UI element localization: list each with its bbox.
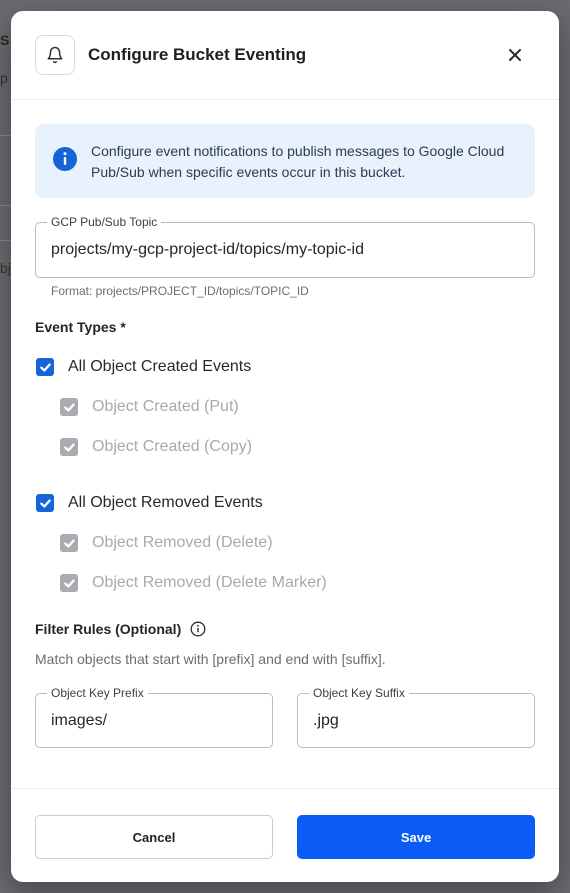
background-text: S	[0, 32, 10, 48]
dialog-title: Configure Bucket Eventing	[88, 45, 307, 64]
background-text: bj	[0, 260, 11, 276]
configure-eventing-dialog: Configure Bucket Eventing Configure even…	[11, 11, 559, 882]
info-banner: Configure event notifications to publish…	[35, 124, 535, 198]
suffix-input[interactable]	[313, 694, 522, 747]
prefix-input[interactable]	[51, 694, 260, 747]
filter-rules-title: Filter Rules (Optional)	[35, 621, 182, 637]
checkbox-all-object-created[interactable]: All Object Created Events	[36, 358, 251, 376]
checkbox-object-removed-delete-marker[interactable]: Object Removed (Delete Marker)	[60, 574, 327, 592]
dialog-header: Configure Bucket Eventing	[11, 11, 559, 100]
checkbox-label: Object Removed (Delete Marker)	[92, 574, 327, 591]
cancel-button[interactable]: Cancel	[35, 815, 273, 859]
background-divider	[0, 135, 11, 136]
event-types-title: Event Types *	[35, 319, 126, 335]
dialog-footer: Cancel Save	[11, 788, 559, 882]
checkbox-checked-icon	[60, 438, 78, 456]
background-text: p	[0, 70, 8, 86]
topic-helper-text: Format: projects/PROJECT_ID/topics/TOPIC…	[51, 284, 309, 298]
checkbox-label: Object Removed (Delete)	[92, 534, 273, 551]
checkbox-label: Object Created (Put)	[92, 398, 239, 415]
suffix-field: Object Key Suffix	[297, 686, 535, 748]
checkbox-checked-icon	[60, 534, 78, 552]
checkbox-object-created-copy[interactable]: Object Created (Copy)	[60, 438, 252, 456]
info-circle-icon[interactable]	[190, 621, 206, 637]
checkbox-checked-icon	[36, 358, 54, 376]
prefix-field: Object Key Prefix	[35, 686, 273, 748]
checkbox-label: All Object Removed Events	[68, 494, 263, 511]
topic-field: GCP Pub/Sub Topic	[35, 215, 535, 278]
filter-rules-header: Filter Rules (Optional)	[35, 621, 206, 637]
checkbox-checked-icon	[60, 574, 78, 592]
save-button[interactable]: Save	[297, 815, 535, 859]
checkbox-checked-icon	[60, 398, 78, 416]
background-divider	[0, 240, 11, 241]
filter-description: Match objects that start with [prefix] a…	[35, 651, 386, 667]
topic-input[interactable]	[51, 223, 522, 277]
bell-icon	[35, 35, 75, 75]
background-divider	[0, 205, 11, 206]
checkbox-all-object-removed[interactable]: All Object Removed Events	[36, 494, 263, 512]
close-button[interactable]	[504, 44, 526, 66]
close-icon	[509, 49, 521, 61]
checkbox-label: Object Created (Copy)	[92, 438, 253, 455]
checkbox-label: All Object Created Events	[68, 358, 252, 375]
checkbox-object-removed-delete[interactable]: Object Removed (Delete)	[60, 534, 273, 552]
info-text: Configure event notifications to publish…	[91, 143, 505, 180]
info-icon	[53, 147, 77, 171]
checkbox-checked-icon	[36, 494, 54, 512]
checkbox-object-created-put[interactable]: Object Created (Put)	[60, 398, 239, 416]
